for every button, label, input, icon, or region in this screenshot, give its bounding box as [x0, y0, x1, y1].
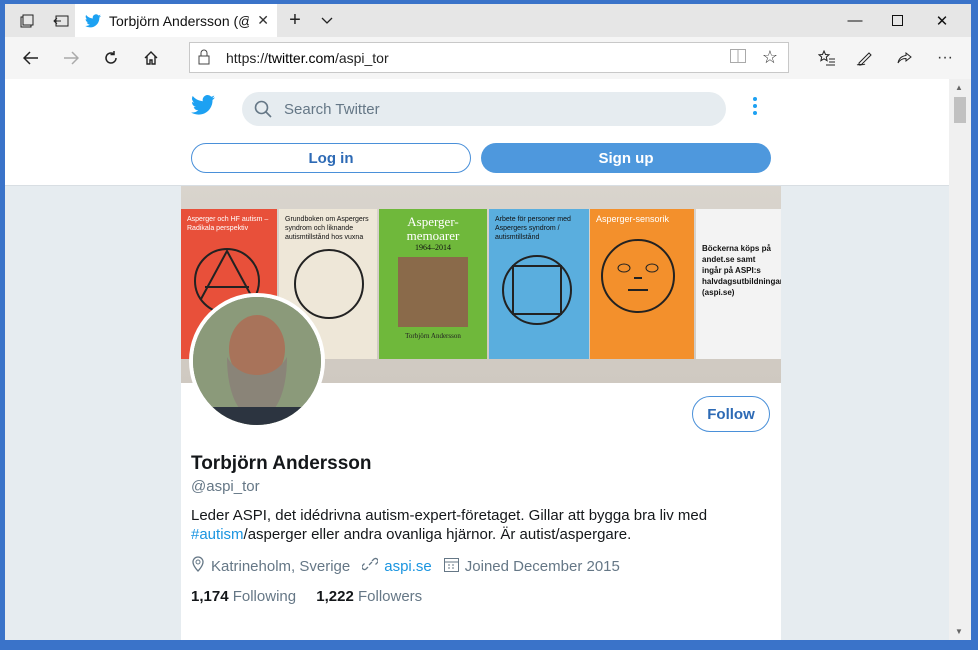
url-host: twitter.com	[268, 50, 335, 66]
location: Katrineholm, Sverige	[191, 556, 350, 576]
book-4-title: Arbete för personer med Aspergers syndro…	[495, 216, 571, 241]
search-input[interactable]: Search Twitter	[242, 92, 726, 126]
avatar[interactable]	[189, 293, 325, 429]
address-bar[interactable]: https://twitter.com/aspi_tor ☆	[189, 42, 789, 73]
website: aspi.se	[361, 556, 432, 576]
twitter-favicon-icon	[85, 13, 101, 27]
set-aside-tabs-icon[interactable]	[43, 4, 79, 37]
lock-icon	[198, 49, 210, 70]
twitter-logo-icon[interactable]	[191, 95, 215, 115]
location-pin-icon	[191, 556, 205, 576]
profile-stats: 1,174 Following 1,222 Followers	[191, 588, 422, 605]
favorites-list-icon[interactable]	[807, 37, 847, 79]
followers-stat[interactable]: 1,222 Followers	[316, 588, 422, 605]
tab-actions-icon[interactable]	[9, 4, 45, 37]
scroll-up-icon[interactable]: ▲	[955, 83, 963, 92]
followers-count: 1,222	[316, 588, 354, 605]
calendar-icon	[443, 557, 459, 576]
close-window-icon[interactable]: ✕	[919, 4, 965, 37]
scrollbar-thumb[interactable]	[954, 97, 966, 123]
follow-button[interactable]: Follow	[692, 396, 770, 432]
browser-window: Torbjörn Andersson (@a ✕ + — ✕ https://t…	[5, 4, 971, 640]
book-1-title: Asperger och HF autism – Radikala perspe…	[187, 216, 269, 232]
scroll-down-icon[interactable]: ▼	[955, 627, 963, 636]
share-icon[interactable]	[885, 37, 925, 79]
profile-handle: @aspi_tor	[191, 478, 260, 495]
following-stat[interactable]: 1,174 Following	[191, 588, 296, 605]
search-icon	[254, 100, 272, 118]
profile-bio: Leder ASPI, det idédrivna autism-expert-…	[191, 506, 751, 544]
tab-title: Torbjörn Andersson (@a	[109, 12, 249, 29]
pen-notes-icon[interactable]	[845, 37, 885, 79]
book-cover-5: Asperger-sensorik	[590, 209, 694, 359]
login-button[interactable]: Log in	[191, 143, 471, 173]
signup-button[interactable]: Sign up	[481, 143, 771, 173]
more-menu-icon[interactable]: ···	[925, 37, 965, 79]
book-3-years: 1964–2014	[415, 243, 451, 252]
twitter-header: Search Twitter Log in Sign up	[5, 79, 949, 186]
url-text: https://twitter.com/aspi_tor	[226, 50, 389, 66]
bio-text-1: Leder ASPI, det idédrivna autism-expert-…	[191, 507, 708, 524]
page-content: Search Twitter Log in Sign up Asperger o…	[5, 79, 949, 640]
title-bar: Torbjörn Andersson (@a ✕ + — ✕	[5, 4, 971, 37]
book-2-title: Grundboken om Aspergers syndrom och likn…	[285, 216, 369, 241]
browser-toolbar: https://twitter.com/aspi_tor ☆ ···	[5, 37, 971, 80]
back-arrow-icon[interactable]	[11, 37, 51, 79]
joined-text: Joined December 2015	[464, 557, 620, 575]
book-note: Böckerna köps på andet.se samt ingår på …	[696, 209, 781, 359]
home-icon[interactable]	[131, 37, 171, 79]
location-text: Katrineholm, Sverige	[211, 557, 351, 575]
join-date: Joined December 2015	[443, 557, 620, 576]
more-options-icon[interactable]	[752, 97, 758, 118]
favorite-star-icon[interactable]: ☆	[762, 47, 778, 68]
profile-name: Torbjörn Andersson	[191, 453, 372, 474]
book-3-author: Torbjörn Andersson	[405, 332, 461, 340]
book-cover-4: Arbete för personer med Aspergers syndro…	[489, 209, 589, 359]
search-placeholder: Search Twitter	[284, 101, 380, 118]
following-count: 1,174	[191, 588, 229, 605]
page-scrollbar[interactable]: ▲ ▼	[949, 79, 971, 640]
close-tab-icon[interactable]: ✕	[257, 12, 269, 29]
profile-card: Asperger och HF autism – Radikala perspe…	[181, 186, 781, 640]
url-path: /aspi_tor	[334, 50, 389, 66]
browser-tab[interactable]: Torbjörn Andersson (@a ✕	[75, 4, 277, 37]
book-cover-3: Asperger-memoarer 1964–2014 Torbjörn And…	[379, 209, 487, 359]
chevron-down-icon[interactable]	[309, 4, 345, 37]
website-link[interactable]: aspi.se	[384, 558, 432, 575]
profile-meta: Katrineholm, Sverige aspi.se Joined Dece…	[191, 556, 632, 576]
reading-view-icon[interactable]	[730, 49, 746, 68]
followers-label: Followers	[357, 588, 423, 605]
forward-arrow-icon[interactable]	[51, 37, 91, 79]
bio-text-2: /asperger eller andra ovanliga hjärnor. …	[243, 526, 632, 543]
avatar-photo	[193, 297, 321, 425]
book-5-title: Asperger-sensorik	[596, 214, 670, 224]
minimize-icon[interactable]: —	[832, 4, 878, 37]
following-label: Following	[232, 588, 297, 605]
new-tab-icon[interactable]: +	[277, 4, 313, 37]
book-3-title: Asperger-memoarer	[406, 214, 460, 243]
maximize-icon[interactable]	[874, 4, 920, 37]
window-frame: Torbjörn Andersson (@a ✕ + — ✕ https://t…	[0, 0, 978, 650]
hashtag-link[interactable]: #autism	[191, 526, 244, 543]
book-3-photo	[398, 257, 468, 327]
url-prefix: https://	[226, 50, 269, 66]
link-icon	[361, 556, 379, 576]
refresh-icon[interactable]	[91, 37, 131, 79]
